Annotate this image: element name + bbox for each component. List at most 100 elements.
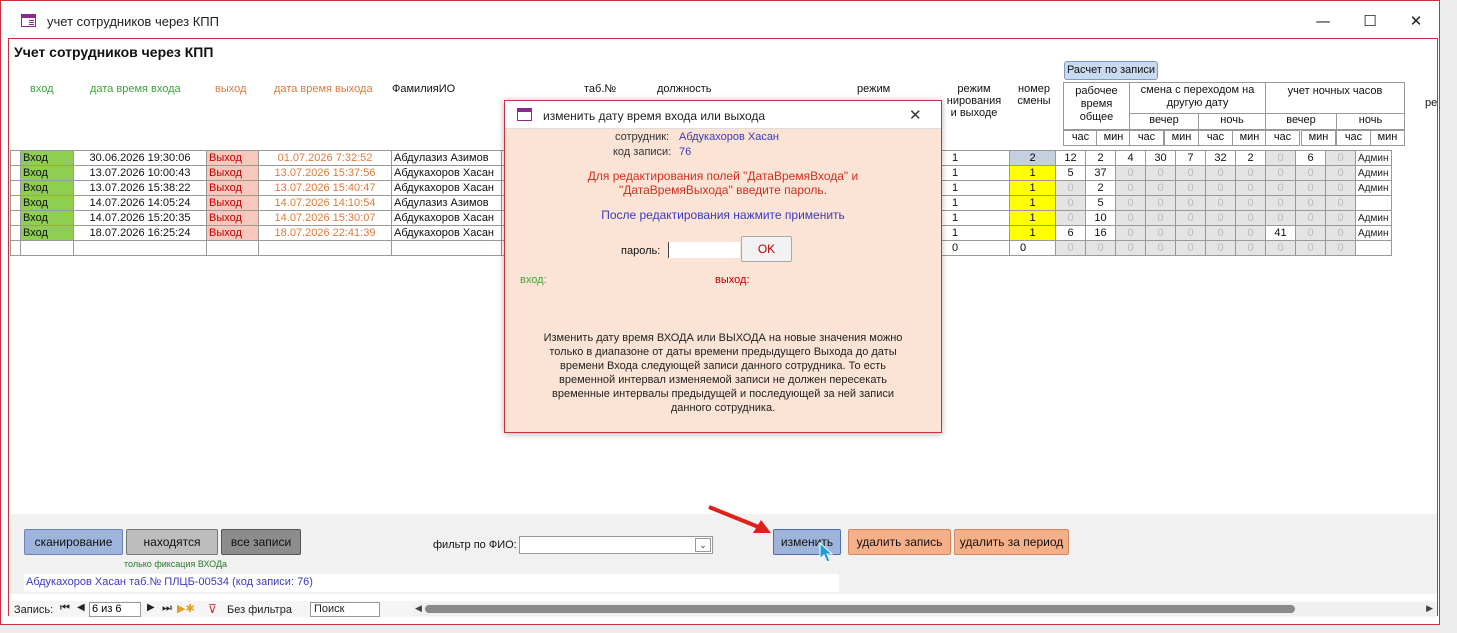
cell-c4[interactable]: 0 [1205,195,1236,211]
cell-n3[interactable]: 6 [1295,150,1326,166]
cell-fio[interactable] [391,240,502,256]
cell-n2[interactable]: 0 [1265,210,1296,226]
cell-n1[interactable]: 0 [1235,180,1266,196]
delete-period-button[interactable]: удалить за период [954,529,1069,555]
cell-dt_out[interactable]: 18.07.2026 22:41:39 [258,225,392,241]
cell-fio[interactable]: Абдукахоров Хасан [391,165,502,181]
cell-n1[interactable]: 0 [1235,240,1266,256]
cell-c1[interactable]: 0 [1115,195,1146,211]
cell-m[interactable]: 5 [1085,195,1116,211]
cell-c3[interactable]: 0 [1175,180,1206,196]
cell-c1[interactable]: 0 [1115,210,1146,226]
cell-m[interactable]: 2 [1085,150,1116,166]
cell-m[interactable]: 2 [1085,180,1116,196]
cell-rezhim[interactable]: 1 [941,210,1010,226]
cell-rezhim[interactable]: 1 [941,225,1010,241]
cell-dt_in[interactable]: 14.07.2026 14:05:24 [73,195,207,211]
cell-vhod[interactable] [20,240,74,256]
cell-smena[interactable]: 0 [1009,240,1056,256]
cell-tail[interactable]: Админ [1355,150,1392,166]
dialog-close-icon[interactable]: ✕ [909,106,922,124]
cell-vyhod[interactable]: Выход [206,225,259,241]
cell-c3[interactable]: 0 [1175,210,1206,226]
cell-h[interactable]: 5 [1055,165,1086,181]
cell-dt_out[interactable] [258,240,392,256]
cell-n3[interactable]: 0 [1295,195,1326,211]
cell-fio[interactable]: Абдулазиз Азимов [391,195,502,211]
cell-n2[interactable]: 41 [1265,225,1296,241]
cell-c1[interactable]: 0 [1115,240,1146,256]
search-input[interactable]: Поиск [310,602,380,617]
record-position[interactable]: 6 из 6 [89,602,141,617]
cell-dt_out[interactable]: 14.07.2026 15:30:07 [258,210,392,226]
cell-rezhim[interactable]: 1 [941,195,1010,211]
cell-dt_out[interactable]: 13.07.2026 15:40:47 [258,180,392,196]
cell-n1[interactable]: 0 [1235,225,1266,241]
cell-n4[interactable]: 0 [1325,150,1356,166]
cell-m[interactable]: 16 [1085,225,1116,241]
cell-rezhim[interactable]: 1 [941,180,1010,196]
cell-vhod[interactable]: Вход [20,210,74,226]
ok-button[interactable]: OK [741,236,792,262]
cell-c1[interactable]: 0 [1115,165,1146,181]
cell-h[interactable]: 0 [1055,240,1086,256]
cell-vyhod[interactable]: Выход [206,210,259,226]
cell-n1[interactable]: 0 [1235,210,1266,226]
cell-smena[interactable]: 1 [1009,210,1056,226]
cell-smena[interactable]: 1 [1009,165,1056,181]
cell-n3[interactable]: 0 [1295,225,1326,241]
chevron-down-icon[interactable]: ⌄ [695,538,711,552]
last-record-icon[interactable]: ⏭ [162,602,172,615]
cell-c4[interactable]: 0 [1205,225,1236,241]
cell-n3[interactable]: 0 [1295,165,1326,181]
cell-c3[interactable]: 0 [1175,225,1206,241]
password-input[interactable] [668,242,740,258]
cell-n3[interactable]: 0 [1295,210,1326,226]
cell-h[interactable]: 12 [1055,150,1086,166]
cell-fio[interactable]: Абдукахоров Хасан [391,210,502,226]
cell-vhod[interactable]: Вход [20,165,74,181]
cell-c1[interactable]: 0 [1115,180,1146,196]
cell-vyhod[interactable]: Выход [206,195,259,211]
cell-c1[interactable]: 4 [1115,150,1146,166]
prev-record-icon[interactable]: ◀ [77,602,85,613]
cell-vhod[interactable]: Вход [20,225,74,241]
cell-c4[interactable]: 0 [1205,165,1236,181]
cell-n2[interactable]: 0 [1265,195,1296,211]
cell-vhod[interactable]: Вход [20,150,74,166]
cell-n1[interactable]: 0 [1235,165,1266,181]
cell-tail[interactable]: Админ [1355,210,1392,226]
cell-fio[interactable]: Абдукахоров Хасан [391,180,502,196]
cell-dt_in[interactable]: 13.07.2026 10:00:43 [73,165,207,181]
cell-n4[interactable]: 0 [1325,240,1356,256]
cell-fio[interactable]: Абдукахоров Хасан [391,225,502,241]
cell-vyhod[interactable]: Выход [206,150,259,166]
cell-c2[interactable]: 0 [1145,225,1176,241]
cell-vyhod[interactable] [206,240,259,256]
cell-c2[interactable]: 0 [1145,240,1176,256]
cell-n4[interactable]: 0 [1325,180,1356,196]
cell-n4[interactable]: 0 [1325,225,1356,241]
cell-tail[interactable] [1355,240,1392,256]
all-records-button[interactable]: все записи [221,529,301,555]
cell-c2[interactable]: 0 [1145,210,1176,226]
cell-dt_in[interactable]: 18.07.2026 16:25:24 [73,225,207,241]
scan-button[interactable]: сканирование [24,529,123,555]
filter-fio-select[interactable]: ⌄ [519,536,713,554]
cell-n3[interactable]: 0 [1295,180,1326,196]
cell-dt_in[interactable]: 30.06.2026 19:30:06 [73,150,207,166]
cell-n2[interactable]: 0 [1265,150,1296,166]
cell-n2[interactable]: 0 [1265,180,1296,196]
cell-h[interactable]: 0 [1055,180,1086,196]
cell-vhod[interactable]: Вход [20,180,74,196]
cell-h[interactable]: 0 [1055,210,1086,226]
cell-c3[interactable]: 0 [1175,240,1206,256]
cell-dt_out[interactable]: 13.07.2026 15:37:56 [258,165,392,181]
cell-tail[interactable]: Админ [1355,165,1392,181]
inside-button[interactable]: находятся [126,529,218,555]
cell-c4[interactable]: 0 [1205,180,1236,196]
cell-c4[interactable]: 0 [1205,210,1236,226]
maximize-icon[interactable]: ☐ [1358,9,1382,33]
cell-m[interactable]: 10 [1085,210,1116,226]
cell-rezhim[interactable]: 1 [941,150,1010,166]
